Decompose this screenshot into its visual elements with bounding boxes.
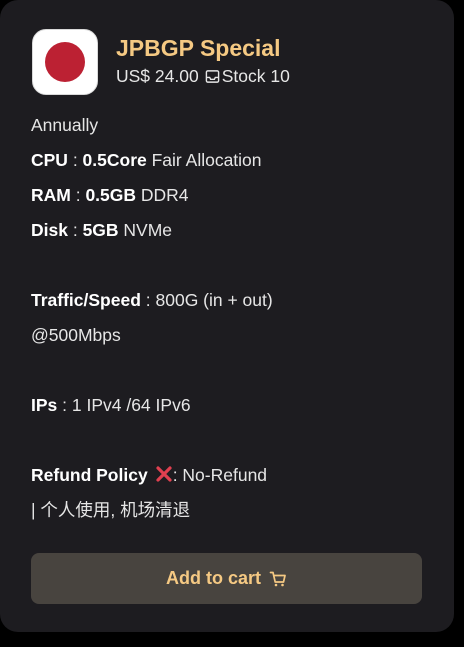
- spec-traffic-label: Traffic/Speed: [31, 290, 141, 310]
- spec-refund-note: | 个人使用, 机场清退: [31, 500, 191, 520]
- spec-ips-value: : 1 IPv4 /64 IPv6: [57, 395, 191, 415]
- spec-ips: IPs : 1 IPv4 /64 IPv6: [31, 391, 431, 426]
- billing-cycle-text: Annually: [31, 115, 99, 135]
- price-stock-row: US$ 24.00 Stock 10: [116, 65, 290, 87]
- spec-refund-cont: | 个人使用, 机场清退: [31, 496, 431, 531]
- product-logo: [32, 29, 98, 95]
- spec-ram-sep: :: [70, 185, 86, 205]
- spec-cpu-value: 0.5Core: [82, 150, 147, 170]
- spec-ram-label: RAM: [31, 185, 71, 205]
- spec-cpu-note: Fair Allocation: [146, 150, 262, 170]
- spec-ram: RAM : 0.5GB DDR4: [31, 181, 431, 216]
- spec-refund-label: Refund Policy: [31, 465, 148, 485]
- inbox-icon: [205, 69, 219, 83]
- spec-ram-value: 0.5GB: [85, 185, 137, 205]
- product-price: US$ 24.00: [116, 65, 199, 86]
- spec-traffic-cont: @500Mbps: [31, 321, 431, 356]
- spec-traffic-speed: @500Mbps: [31, 325, 121, 345]
- add-to-cart-label: Add to cart: [165, 568, 261, 588]
- stock-count: Stock 10: [221, 65, 290, 86]
- add-to-cart-button[interactable]: Add to cart: [31, 553, 422, 604]
- spec-cpu-sep: :: [67, 150, 83, 170]
- spec-traffic: Traffic/Speed : 800G (in + out): [31, 286, 431, 321]
- product-card: JPBGP Special US$ 24.00 Stock 10 Annuall…: [0, 0, 454, 632]
- shopping-cart-icon: [269, 571, 286, 586]
- product-title: JPBGP Special: [116, 35, 281, 61]
- spec-disk-note: NVMe: [118, 220, 173, 240]
- spec-ram-note: DDR4: [136, 185, 189, 205]
- spec-cpu: CPU : 0.5Core Fair Allocation: [31, 146, 431, 181]
- spec-disk-value: 5GB: [82, 220, 119, 240]
- spec-disk: Disk : 5GB NVMe: [31, 216, 431, 251]
- cross-mark-icon: [156, 466, 172, 482]
- spec-traffic-value: : 800G (in + out): [140, 290, 273, 310]
- spec-cpu-label: CPU: [31, 150, 68, 170]
- product-specs: Annually CPU : 0.5Core Fair Allocation R…: [31, 111, 431, 531]
- spec-disk-sep: :: [67, 220, 83, 240]
- billing-cycle: Annually: [31, 111, 431, 146]
- spec-ips-label: IPs: [31, 395, 58, 415]
- spec-disk-label: Disk: [31, 220, 68, 240]
- spec-refund-value: : No-Refund: [172, 465, 268, 485]
- spec-refund: Refund Policy : No-Refund: [31, 461, 431, 496]
- japan-flag-icon: [45, 42, 85, 82]
